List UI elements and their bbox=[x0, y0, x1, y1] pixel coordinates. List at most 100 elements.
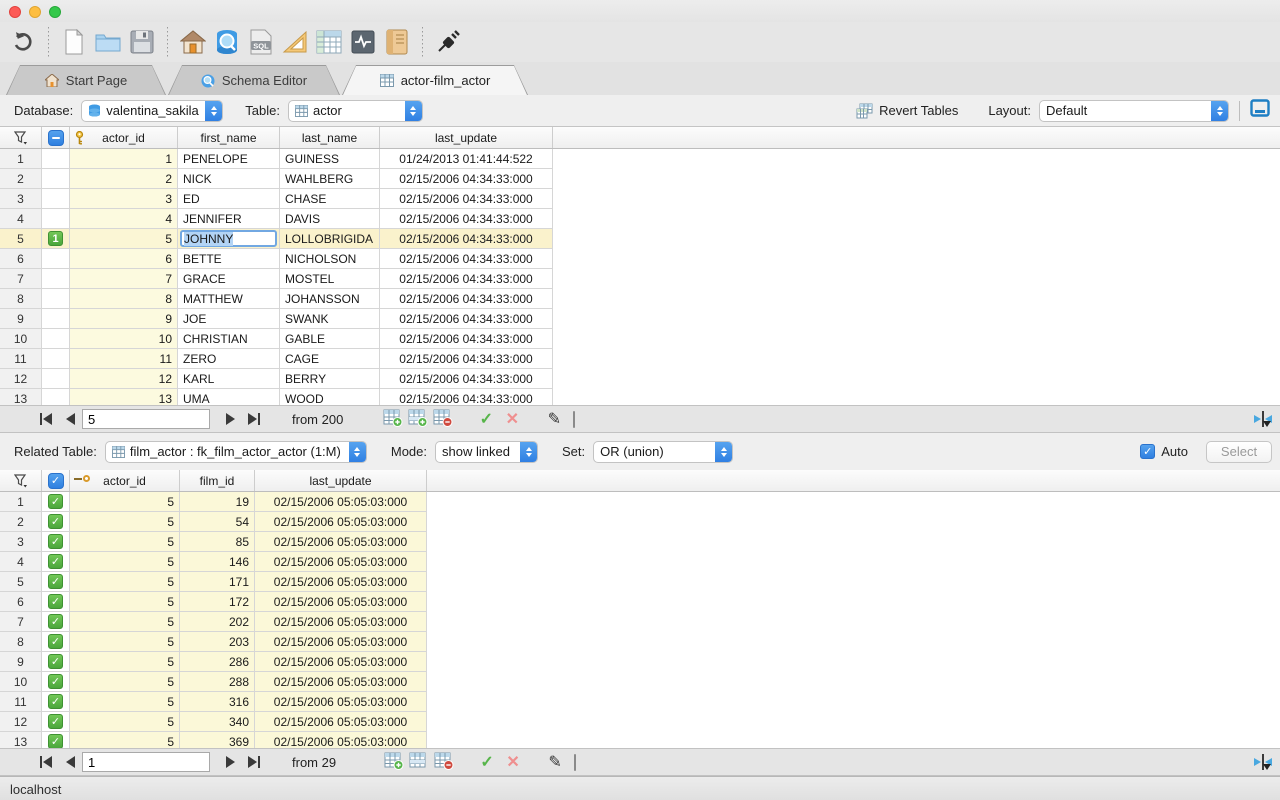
cell-last-name[interactable]: BERRY bbox=[280, 369, 380, 389]
delete-record-icon[interactable] bbox=[433, 409, 453, 430]
revert-tables-button[interactable]: Revert Tables bbox=[856, 103, 958, 119]
record-marker-cell[interactable] bbox=[42, 249, 70, 269]
row-number[interactable]: 6 bbox=[0, 249, 42, 269]
select-all-checkbox[interactable]: ✓ bbox=[42, 470, 70, 491]
cell-actor-id[interactable]: 9 bbox=[70, 309, 178, 329]
row-number[interactable]: 13 bbox=[0, 389, 42, 405]
cell-film-id[interactable]: 19 bbox=[180, 492, 255, 512]
cell-film-id[interactable]: 288 bbox=[180, 672, 255, 692]
add-record-icon[interactable] bbox=[384, 752, 404, 773]
next-record-button[interactable] bbox=[218, 752, 242, 772]
table-select[interactable]: actor bbox=[288, 100, 423, 122]
linked-checkbox-cell[interactable]: ✓ bbox=[42, 492, 70, 512]
server-admin-icon[interactable] bbox=[346, 26, 380, 58]
mode-select[interactable]: show linked bbox=[435, 441, 538, 463]
cell-last-name[interactable]: GUINESS bbox=[280, 149, 380, 169]
cell-actor-id[interactable]: 13 bbox=[70, 389, 178, 405]
cell-film-id[interactable]: 202 bbox=[180, 612, 255, 632]
close-window-button[interactable] bbox=[9, 6, 21, 18]
cell-last-name[interactable]: JOHANSSON bbox=[280, 289, 380, 309]
cell-last-update[interactable]: 02/15/2006 04:34:33:000 bbox=[380, 229, 553, 249]
last-record-button[interactable] bbox=[242, 409, 266, 429]
cell-first-name[interactable]: PENELOPE bbox=[178, 149, 280, 169]
cell-last-update[interactable]: 02/15/2006 04:34:33:000 bbox=[380, 349, 553, 369]
zoom-window-button[interactable] bbox=[49, 6, 61, 18]
column-header-actor-id[interactable]: actor_id bbox=[70, 127, 178, 148]
cell-first-name[interactable]: KARL bbox=[178, 369, 280, 389]
previous-record-button[interactable] bbox=[58, 409, 82, 429]
cell-last-update[interactable]: 02/15/2006 05:05:03:000 bbox=[255, 732, 427, 748]
diagram-editor-icon[interactable] bbox=[278, 26, 312, 58]
record-position-input[interactable] bbox=[82, 409, 210, 429]
cell-actor-id[interactable]: 12 bbox=[70, 369, 178, 389]
layout-select[interactable]: Default bbox=[1039, 100, 1229, 122]
row-number[interactable]: 2 bbox=[0, 169, 42, 189]
column-header-last-name[interactable]: last_name bbox=[280, 127, 380, 148]
cell-actor-id[interactable]: 8 bbox=[70, 289, 178, 309]
linked-checkbox-cell[interactable]: ✓ bbox=[42, 572, 70, 592]
column-header-last-update[interactable]: last_update bbox=[255, 470, 427, 491]
cell-last-update[interactable]: 02/15/2006 05:05:03:000 bbox=[255, 572, 427, 592]
cell-last-update[interactable]: 02/15/2006 04:34:33:000 bbox=[380, 389, 553, 405]
row-number[interactable]: 9 bbox=[0, 309, 42, 329]
cell-film-id[interactable]: 286 bbox=[180, 652, 255, 672]
cell-actor-id[interactable]: 5 bbox=[70, 512, 180, 532]
cell-actor-id[interactable]: 3 bbox=[70, 189, 178, 209]
first-record-button[interactable] bbox=[34, 409, 58, 429]
row-number[interactable]: 10 bbox=[0, 672, 42, 692]
row-number[interactable]: 10 bbox=[0, 329, 42, 349]
column-header-first-name[interactable]: first_name bbox=[178, 127, 280, 148]
cell-film-id[interactable]: 146 bbox=[180, 552, 255, 572]
record-marker-cell[interactable] bbox=[42, 169, 70, 189]
linked-checkbox-cell[interactable]: ✓ bbox=[42, 552, 70, 572]
cell-last-update[interactable]: 02/15/2006 05:05:03:000 bbox=[255, 652, 427, 672]
row-number[interactable]: 13 bbox=[0, 732, 42, 748]
cell-last-update[interactable]: 02/15/2006 04:34:33:000 bbox=[380, 209, 553, 229]
record-marker-cell[interactable] bbox=[42, 369, 70, 389]
row-number[interactable]: 7 bbox=[0, 612, 42, 632]
row-number[interactable]: 3 bbox=[0, 532, 42, 552]
cell-actor-id[interactable]: 5 bbox=[70, 229, 178, 249]
cell-actor-id[interactable]: 5 bbox=[70, 632, 180, 652]
undo-icon[interactable] bbox=[6, 26, 40, 58]
linked-checkbox-cell[interactable]: ✓ bbox=[42, 732, 70, 748]
cell-actor-id[interactable]: 11 bbox=[70, 349, 178, 369]
duplicate-record-icon[interactable] bbox=[409, 752, 429, 773]
row-number[interactable]: 11 bbox=[0, 349, 42, 369]
cell-last-update[interactable]: 02/15/2006 05:05:03:000 bbox=[255, 592, 427, 612]
cancel-changes-icon[interactable]: ✕ bbox=[500, 752, 526, 772]
cell-last-update[interactable]: 02/15/2006 05:05:03:000 bbox=[255, 532, 427, 552]
linked-checkbox-cell[interactable]: ✓ bbox=[42, 612, 70, 632]
cell-actor-id[interactable]: 2 bbox=[70, 169, 178, 189]
record-marker-cell[interactable] bbox=[42, 389, 70, 405]
cell-film-id[interactable]: 85 bbox=[180, 532, 255, 552]
columns-view-icon[interactable] bbox=[573, 412, 575, 427]
cell-actor-id[interactable]: 6 bbox=[70, 249, 178, 269]
record-marker-cell[interactable] bbox=[42, 189, 70, 209]
database-select[interactable]: valentina_sakila bbox=[81, 100, 223, 122]
filter-button[interactable] bbox=[0, 470, 42, 491]
record-marker-cell[interactable] bbox=[42, 329, 70, 349]
row-number[interactable]: 8 bbox=[0, 289, 42, 309]
cell-last-name[interactable]: CHASE bbox=[280, 189, 380, 209]
add-record-icon[interactable] bbox=[383, 409, 403, 430]
cancel-changes-icon[interactable]: ✕ bbox=[499, 409, 525, 429]
row-number[interactable]: 3 bbox=[0, 189, 42, 209]
record-marker-cell[interactable] bbox=[42, 349, 70, 369]
row-number[interactable]: 4 bbox=[0, 209, 42, 229]
cell-first-name[interactable]: BETTE bbox=[178, 249, 280, 269]
cell-actor-id[interactable]: 5 bbox=[70, 572, 180, 592]
cell-first-name[interactable]: JENNIFER bbox=[178, 209, 280, 229]
cell-actor-id[interactable]: 5 bbox=[70, 652, 180, 672]
cell-last-name[interactable]: GABLE bbox=[280, 329, 380, 349]
row-number[interactable]: 1 bbox=[0, 492, 42, 512]
row-number[interactable]: 9 bbox=[0, 652, 42, 672]
cell-first-name[interactable]: JOE bbox=[178, 309, 280, 329]
splitter-handle-icon[interactable] bbox=[1254, 411, 1272, 427]
accept-changes-icon[interactable]: ✓ bbox=[473, 409, 499, 429]
cell-actor-id[interactable]: 5 bbox=[70, 672, 180, 692]
cell-last-update[interactable]: 02/15/2006 04:34:33:000 bbox=[380, 369, 553, 389]
data-editor-icon[interactable] bbox=[312, 26, 346, 58]
cell-first-name[interactable]: ZERO bbox=[178, 349, 280, 369]
cell-actor-id[interactable]: 5 bbox=[70, 552, 180, 572]
